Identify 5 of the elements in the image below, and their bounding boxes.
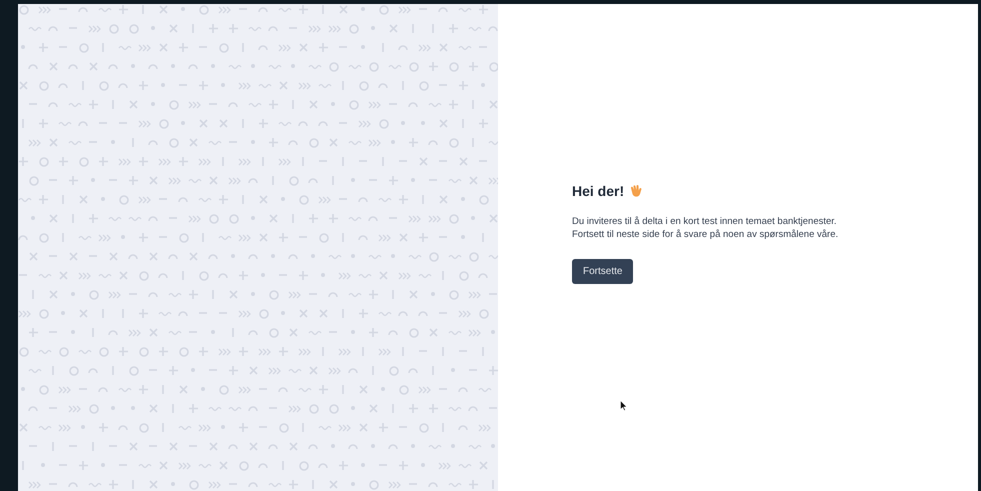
intro-paragraph: Du inviteres til å delta i en kort test innen temaet banktjenester. Fortsett til neste side for å svare på noen av spørsmålene våre. xyxy=(572,215,840,241)
greeting-heading: Hei der! xyxy=(572,183,624,199)
continue-button[interactable]: Fortsette xyxy=(572,259,634,284)
waving-hand-icon xyxy=(629,184,644,198)
cursor-icon xyxy=(620,400,627,411)
